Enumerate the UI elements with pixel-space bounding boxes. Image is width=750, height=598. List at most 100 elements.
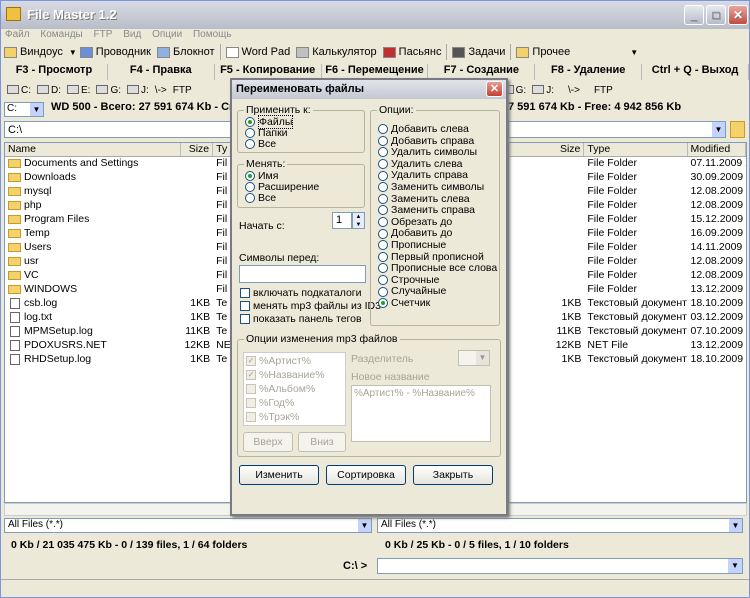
toolbar-calculator[interactable]: Калькулятор — [293, 43, 379, 61]
menu-options[interactable]: Опции — [152, 29, 182, 40]
option-radio[interactable]: Добавить слева — [378, 124, 469, 135]
table-row[interactable]: File Folder 16.09.2009 1 — [509, 227, 746, 241]
drive-network-right[interactable]: \-> — [568, 85, 580, 96]
option-radio[interactable]: Удалить справа — [378, 170, 468, 181]
change-all-radio[interactable]: Все — [245, 193, 276, 204]
table-row[interactable]: 12KB NET File 13.12.2009 1 — [509, 339, 746, 353]
table-row[interactable]: usr Fil — [5, 255, 231, 269]
option-radio[interactable]: Заменить слева — [378, 193, 470, 205]
table-row[interactable]: File Folder 12.08.2009 1 — [509, 199, 746, 213]
table-row[interactable]: 1KB Текстовый документ18.10.2009 S — [509, 297, 746, 311]
column-modified[interactable]: Modified — [688, 143, 746, 156]
apply-all-radio[interactable]: Все — [245, 139, 276, 150]
exit-button[interactable]: Ctrl + Q - Выход — [642, 64, 750, 80]
drive-j[interactable]: J: — [127, 85, 149, 96]
table-row[interactable]: 1KB Текстовый документ 03.12.2009 1 — [509, 311, 746, 325]
table-row[interactable]: File Folder 14.11.2009 1 — [509, 241, 746, 255]
new-name-input[interactable]: %Артист% - %Название% — [351, 385, 491, 442]
tag-checkbox[interactable]: %Трэк% — [246, 412, 299, 423]
table-row[interactable]: Documents and Settings Fil — [5, 157, 231, 171]
start-from-spinner[interactable]: ▲ ▼ — [352, 212, 365, 229]
sort-button[interactable]: Сортировка — [326, 465, 406, 485]
tag-checkbox[interactable]: %Альбом% — [246, 384, 315, 395]
separator-select[interactable]: ▼ — [458, 350, 490, 366]
option-radio[interactable]: Удалить слева — [378, 158, 463, 170]
right-path-field[interactable]: ▼ — [508, 121, 726, 138]
table-row[interactable]: 1KB Текстовый документ18.10.2009 S — [509, 353, 746, 367]
drive-e[interactable]: E: — [67, 85, 90, 96]
option-radio[interactable]: Прописные — [378, 240, 446, 251]
column-size[interactable]: Size — [509, 143, 585, 156]
table-row[interactable]: Users Fil — [5, 241, 231, 255]
drive-ftp[interactable]: FTP — [173, 85, 192, 96]
f3-view-button[interactable]: F3 - Просмотр — [1, 64, 108, 80]
right-horizontal-scrollbar[interactable] — [508, 503, 747, 516]
option-radio[interactable]: Строчные — [378, 274, 440, 286]
show-tags-panel-checkbox[interactable]: показать панель тегов — [240, 314, 362, 325]
drive-d[interactable]: D: — [37, 85, 61, 96]
left-filter-select[interactable]: All Files (*.*) ▼ — [4, 518, 372, 533]
menu-help[interactable]: Помощь — [193, 29, 232, 40]
table-row[interactable]: File Folder 07.11.2009 2 — [509, 157, 746, 171]
column-type[interactable]: Type — [584, 143, 688, 156]
dialog-close-action-button[interactable]: Закрыть — [413, 465, 493, 485]
table-row[interactable]: VC Fil — [5, 269, 231, 283]
table-row[interactable]: 11KB Текстовый документ07.10.2009 S — [509, 325, 746, 339]
table-row[interactable]: Temp Fil — [5, 227, 231, 241]
maximize-button[interactable]: □ — [706, 5, 726, 25]
left-drive-select[interactable]: C: ▼ — [4, 102, 44, 117]
change-extension-radio[interactable]: Расширение — [245, 182, 319, 193]
tag-checkbox[interactable]: ✓ %Артист% — [246, 356, 311, 367]
include-subdirs-checkbox[interactable]: включать подкаталоги — [240, 288, 362, 299]
menu-view[interactable]: Вид — [123, 29, 141, 40]
table-row[interactable]: log.txt 1KB Te — [5, 311, 231, 325]
option-radio[interactable]: Добавить справа — [378, 135, 474, 147]
symbols-before-input[interactable] — [239, 265, 366, 283]
option-radio[interactable]: Добавить до — [378, 228, 452, 239]
table-row[interactable]: File Folder 30.09.2009 2 — [509, 171, 746, 185]
right-filter-select[interactable]: All Files (*.*) ▼ — [377, 518, 743, 533]
drive-network[interactable]: \-> — [155, 85, 167, 96]
table-row[interactable]: File Folder 12.08.2009 1 — [509, 255, 746, 269]
table-row[interactable]: php Fil — [5, 199, 231, 213]
tag-checkbox[interactable]: %Год% — [246, 398, 294, 409]
table-row[interactable]: csb.log 1KB Te — [5, 297, 231, 311]
menu-commands[interactable]: Команды — [40, 29, 82, 40]
tag-checkbox[interactable]: ✓ %Название% — [246, 370, 325, 381]
dialog-close-button[interactable]: ✕ — [486, 81, 503, 97]
column-size[interactable]: Size — [181, 143, 214, 156]
table-row[interactable]: File Folder 15.12.2009 1 — [509, 213, 746, 227]
table-row[interactable]: Program Files Fil — [5, 213, 231, 227]
option-radio[interactable]: Заменить справа — [378, 205, 475, 216]
column-name[interactable]: Name — [5, 143, 182, 156]
close-button[interactable]: ✕ — [728, 5, 748, 25]
table-row[interactable]: File Folder 12.08.2009 1 — [509, 185, 746, 199]
f4-edit-button[interactable]: F4 - Правка — [108, 64, 215, 80]
toolbar-notepad[interactable]: Блокнот — [154, 43, 218, 61]
drive-ftp-right[interactable]: FTP — [594, 85, 613, 96]
start-from-input[interactable]: 1 — [332, 212, 352, 229]
table-row[interactable]: MPMSetup.log 11KB Te — [5, 325, 231, 339]
command-line-input[interactable]: ▼ — [377, 558, 743, 574]
table-row[interactable]: RHDSetup.log 1KB Te — [5, 353, 231, 367]
up-folder-icon[interactable] — [730, 121, 745, 138]
toolbar-solitaire[interactable]: Пасьянс — [380, 43, 445, 61]
left-path-field[interactable]: C:\ — [4, 121, 232, 138]
drive-j-right[interactable]: J: — [532, 85, 554, 96]
option-radio[interactable]: Заменить символы — [378, 182, 484, 193]
column-type[interactable]: Ty — [213, 143, 231, 156]
option-radio[interactable]: Прописные все слова — [378, 263, 497, 274]
toolbar-explorer[interactable]: ▼ Проводник — [66, 43, 154, 61]
table-row[interactable]: Downloads Fil — [5, 171, 231, 185]
drive-g[interactable]: G: — [96, 85, 121, 96]
id3-mp3-checkbox[interactable]: менять mp3 файлы из ID3 — [240, 301, 381, 312]
option-radio[interactable]: Случайные — [378, 286, 446, 297]
menu-file[interactable]: Файл — [5, 29, 30, 40]
drive-c[interactable]: C: — [7, 85, 31, 96]
move-down-button[interactable]: Вниз — [298, 432, 346, 452]
toolbar-windows[interactable]: Виндоус — [1, 43, 66, 61]
table-row[interactable]: mysql Fil — [5, 185, 231, 199]
f8-delete-button[interactable]: F8 - Удаление — [535, 64, 643, 80]
table-row[interactable]: File Folder 13.12.2009 1 — [509, 283, 746, 297]
table-row[interactable]: WINDOWS Fil — [5, 283, 231, 297]
